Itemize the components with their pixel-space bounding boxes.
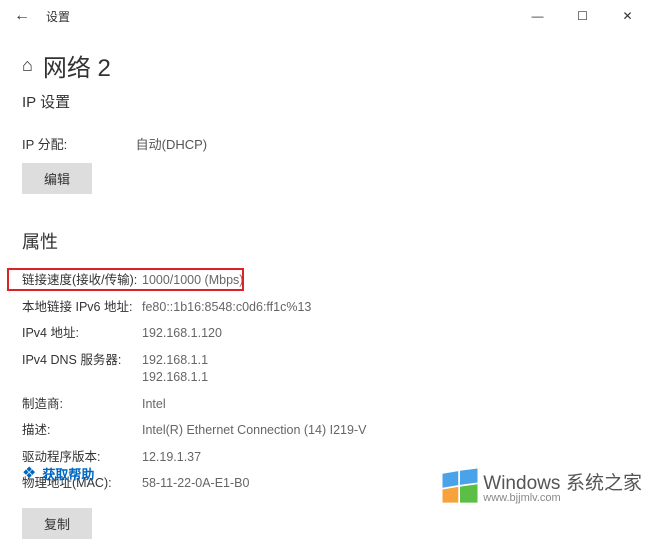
prop-label: 本地链接 IPv6 地址: [22, 299, 142, 317]
prop-row-manufacturer: 制造商: Intel [22, 392, 628, 419]
prop-label: 描述: [22, 422, 142, 440]
window-title: 设置 [46, 8, 70, 25]
close-button[interactable]: ✕ [605, 0, 650, 32]
back-button[interactable]: ← [10, 4, 34, 28]
prop-value: fe80::1b16:8548:c0d6:ff1c%13 [142, 299, 628, 317]
prop-value: 192.168.1.1 192.168.1.1 [142, 352, 628, 387]
prop-row-ipv6: 本地链接 IPv6 地址: fe80::1b16:8548:c0d6:ff1c%… [22, 295, 628, 322]
prop-value: 1000/1000 (Mbps) [142, 272, 628, 290]
section-subtitle: IP 设置 [22, 91, 628, 112]
home-icon[interactable]: ⌂ [22, 55, 33, 76]
help-icon: ❖ [22, 463, 36, 483]
watermark-brand2: 系统之家 [566, 473, 642, 494]
prop-label: IPv4 DNS 服务器: [22, 352, 142, 387]
prop-row-ipv4-address: IPv4 地址: 192.168.1.120 [22, 321, 628, 348]
watermark-url: www.bjjmlv.com [483, 493, 642, 504]
copy-button[interactable]: 复制 [22, 508, 92, 539]
prop-row-ipv4-dns: IPv4 DNS 服务器: 192.168.1.1 192.168.1.1 [22, 348, 628, 392]
prop-value: Intel [142, 396, 628, 414]
page-title: 网络 2 [43, 48, 111, 83]
ip-assign-label: IP 分配: [22, 134, 132, 153]
properties-list: 链接速度(接收/传输): 1000/1000 (Mbps) 本地链接 IPv6 … [22, 268, 628, 498]
windows-logo-icon [439, 465, 481, 507]
prop-label: IPv4 地址: [22, 325, 142, 343]
properties-title: 属性 [22, 228, 628, 254]
prop-label: 链接速度(接收/传输): [22, 272, 142, 290]
watermark-brand: Windows [483, 473, 560, 494]
prop-value: 192.168.1.120 [142, 325, 628, 343]
prop-label: 制造商: [22, 396, 142, 414]
get-help-link[interactable]: 获取帮助 [42, 464, 94, 483]
prop-row-description: 描述: Intel(R) Ethernet Connection (14) I2… [22, 418, 628, 445]
edit-button[interactable]: 编辑 [22, 163, 92, 194]
ip-assign-value: 自动(DHCP) [136, 134, 208, 153]
maximize-button[interactable]: ☐ [560, 0, 605, 32]
prop-value: Intel(R) Ethernet Connection (14) I219-V [142, 422, 628, 440]
prop-value: 12.19.1.37 [142, 449, 628, 467]
prop-row-link-speed: 链接速度(接收/传输): 1000/1000 (Mbps) [22, 268, 628, 295]
minimize-button[interactable]: — [515, 0, 560, 32]
watermark: Windows 系统之家 www.bjjmlv.com [439, 465, 642, 507]
